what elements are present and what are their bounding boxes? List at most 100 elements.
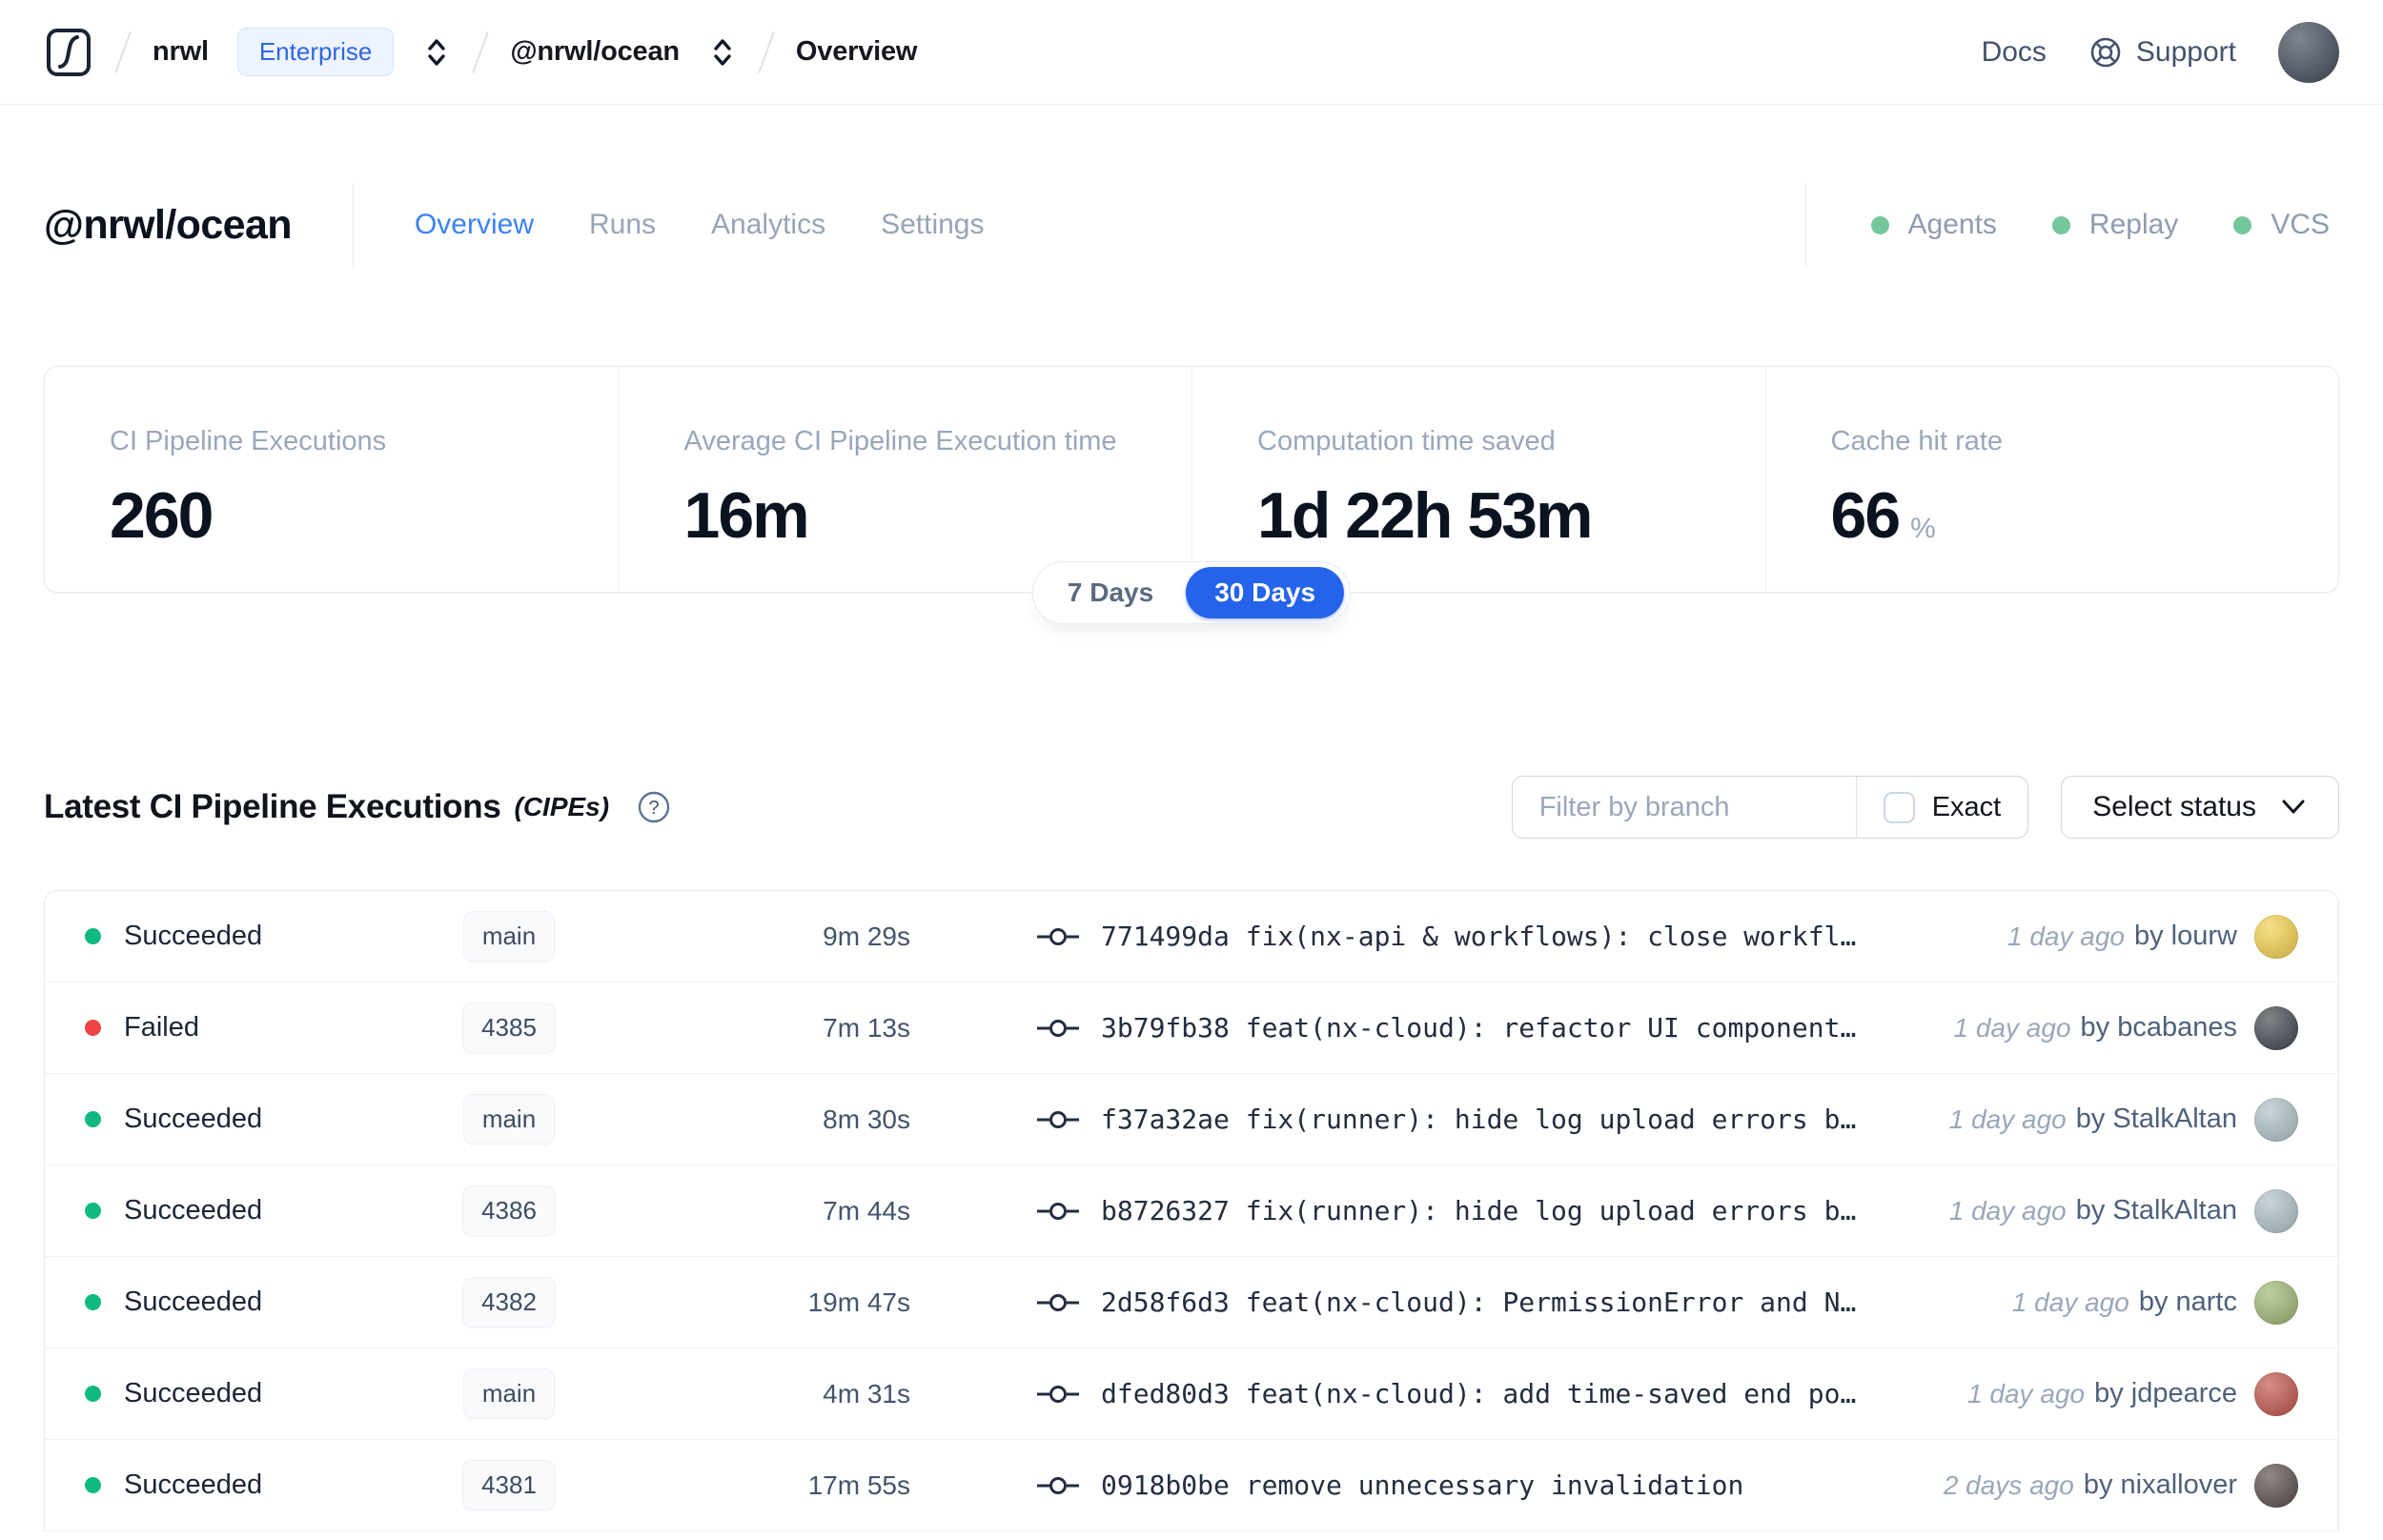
avatar[interactable] <box>2254 914 2298 959</box>
org-switcher-chevrons-icon[interactable] <box>422 35 451 70</box>
tab-overview[interactable]: Overview <box>415 209 534 241</box>
integration-agents[interactable]: Agents <box>1870 209 1997 241</box>
stat-cache-hit-rate: Cache hit rate 66 % <box>1764 367 2339 592</box>
cipe-branch-cell: 4386 <box>404 1185 614 1236</box>
cipe-duration: 8m 30s <box>823 1104 910 1134</box>
help-icon[interactable]: ? <box>636 789 672 825</box>
user-avatar[interactable] <box>2278 21 2339 83</box>
breadcrumb-separator <box>114 30 132 73</box>
stat-label: CI Pipeline Executions <box>110 426 387 456</box>
stat-label: Average CI Pipeline Execution time <box>683 426 1117 456</box>
status-dot-icon <box>85 1294 101 1310</box>
avatar[interactable] <box>2254 1280 2298 1325</box>
integration-status-list: Agents Replay VCS <box>1804 183 2339 267</box>
status-label: Succeeded <box>124 921 263 951</box>
cipe-branch-cell: 4382 <box>404 1277 614 1327</box>
cipe-row[interactable]: Succeeded 4381 17m 55s 0918b0be remove u… <box>45 1440 2338 1531</box>
avatar[interactable] <box>2254 1005 2298 1050</box>
cipe-row[interactable]: Succeeded 4386 7m 44s b8726327 fix(runne… <box>45 1165 2338 1257</box>
status-dot-icon <box>85 928 101 944</box>
branch-chip[interactable]: 4382 <box>462 1277 556 1327</box>
branch-chip[interactable]: main <box>462 1368 556 1419</box>
nav-actions: Docs Support <box>1982 21 2339 83</box>
avatar[interactable] <box>2254 1463 2298 1508</box>
stats-card-row: CI Pipeline Executions 260 Average CI Pi… <box>44 366 2339 593</box>
cipe-title: Latest CI Pipeline Executions <box>44 788 501 825</box>
cipe-status-cell: Succeeded <box>85 921 404 952</box>
cipe-commit-cell: 3b79fb38 feat(nx-cloud): refactor UI com… <box>1036 1012 1954 1044</box>
tab-settings[interactable]: Settings <box>881 209 984 241</box>
cipe-duration: 19m 47s <box>807 1287 910 1317</box>
stat-ci-pipeline-executions: CI Pipeline Executions 260 <box>45 367 619 592</box>
commit-message[interactable]: 2d58f6d3 feat(nx-cloud): PermissionError… <box>1101 1287 1856 1318</box>
branch-chip[interactable]: 4385 <box>462 1003 556 1053</box>
cipe-section-header: Latest CI Pipeline Executions (CIPEs) ? … <box>44 774 2339 841</box>
time-ago: 1 day ago <box>2011 1287 2129 1317</box>
status-dot-icon <box>85 1477 101 1493</box>
status-dot-icon <box>1870 215 1889 234</box>
status-dot-icon <box>85 1020 101 1036</box>
avatar[interactable] <box>2254 1097 2298 1142</box>
cipe-row[interactable]: Succeeded main 8m 30s f37a32ae fix(runne… <box>45 1074 2338 1165</box>
range-option-30-days[interactable]: 30 Days <box>1186 567 1345 618</box>
time-ago: 1 day ago <box>2007 921 2125 951</box>
branch-chip[interactable]: 4386 <box>462 1185 556 1236</box>
breadcrumb-workspace[interactable]: @nrwl/ocean <box>510 36 680 68</box>
status-label: Failed <box>124 1012 199 1043</box>
author: by jdpearce <box>2094 1378 2237 1408</box>
integration-vcs[interactable]: VCS <box>2233 209 2330 241</box>
cipe-status-cell: Succeeded <box>85 1104 404 1135</box>
range-option-7-days[interactable]: 7 Days <box>1039 567 1182 618</box>
breadcrumb-page: Overview <box>795 36 918 67</box>
commit-message[interactable]: 3b79fb38 feat(nx-cloud): refactor UI com… <box>1101 1012 1856 1044</box>
top-nav: nrwl Enterprise @nrwl/ocean Overview Doc… <box>0 0 2383 105</box>
breadcrumb-separator <box>758 30 775 73</box>
cipe-commit-cell: f37a32ae fix(runner): hide log upload er… <box>1036 1104 1949 1135</box>
git-commit-icon <box>1037 1476 1079 1494</box>
breadcrumb-org[interactable]: nrwl <box>153 36 209 68</box>
status-label: Succeeded <box>124 1378 263 1408</box>
commit-message[interactable]: 0918b0be remove unnecessary invalidation <box>1101 1469 1743 1501</box>
branch-chip[interactable]: 4381 <box>462 1460 556 1510</box>
branch-chip[interactable]: main <box>462 1094 556 1145</box>
status-dot-icon <box>85 1111 101 1127</box>
cipe-commit-cell: dfed80d3 feat(nx-cloud): add time-saved … <box>1036 1378 1967 1409</box>
stat-value: 1d 22h 53m <box>1257 479 1593 552</box>
commit-message[interactable]: 771499da fix(nx-api & workflows): close … <box>1101 921 1856 952</box>
status-label: Succeeded <box>124 1195 263 1226</box>
branch-chip[interactable]: main <box>462 911 556 962</box>
cipe-row[interactable]: Failed 4385 7m 13s 3b79fb38 feat(nx-clou… <box>45 983 2338 1074</box>
integration-label: Agents <box>1907 209 1997 240</box>
cipe-duration: 9m 29s <box>823 921 910 951</box>
branch-filter-input[interactable] <box>1512 777 1856 838</box>
cipe-branch-cell: 4381 <box>404 1460 614 1510</box>
git-commit-icon <box>1037 1385 1079 1403</box>
date-range-toggle: 7 Days 30 Days <box>1031 561 1352 624</box>
nx-cloud-logo-icon[interactable] <box>44 25 93 80</box>
stat-computation-time-saved: Computation time saved 1d 22h 53m <box>1192 367 1765 592</box>
commit-message[interactable]: f37a32ae fix(runner): hide log upload er… <box>1101 1104 1856 1135</box>
avatar[interactable] <box>2254 1371 2298 1416</box>
cipe-row[interactable]: Succeeded main 4m 31s dfed80d3 feat(nx-c… <box>45 1348 2338 1440</box>
tab-analytics[interactable]: Analytics <box>711 209 825 241</box>
tab-runs[interactable]: Runs <box>589 209 656 241</box>
stats-section: CI Pipeline Executions 260 Average CI Pi… <box>44 366 2339 624</box>
author: by StalkAltan <box>2075 1195 2237 1226</box>
integration-replay[interactable]: Replay <box>2051 209 2178 241</box>
cipe-branch-cell: main <box>404 1094 614 1145</box>
workspace-switcher-chevrons-icon[interactable] <box>708 35 737 70</box>
commit-message[interactable]: b8726327 fix(runner): hide log upload er… <box>1101 1195 1856 1226</box>
commit-message[interactable]: dfed80d3 feat(nx-cloud): add time-saved … <box>1101 1378 1856 1409</box>
cipe-commit-cell: 771499da fix(nx-api & workflows): close … <box>1036 921 2007 952</box>
stat-average-execution-time: Average CI Pipeline Execution time 16m <box>618 367 1192 592</box>
select-status-button[interactable]: Select status <box>2061 776 2339 839</box>
chevron-down-icon <box>2282 800 2305 814</box>
avatar[interactable] <box>2254 1188 2298 1233</box>
cipe-row[interactable]: Succeeded 4382 19m 47s 2d58f6d3 feat(nx-… <box>45 1257 2338 1348</box>
status-label: Succeeded <box>124 1287 263 1317</box>
stat-value: 260 <box>110 479 214 552</box>
exact-checkbox[interactable] <box>1883 791 1915 823</box>
cipe-row[interactable]: Succeeded main 9m 29s 771499da fix(nx-ap… <box>45 891 2338 983</box>
support-link[interactable]: Support <box>2088 35 2236 70</box>
docs-link[interactable]: Docs <box>1982 36 2047 69</box>
